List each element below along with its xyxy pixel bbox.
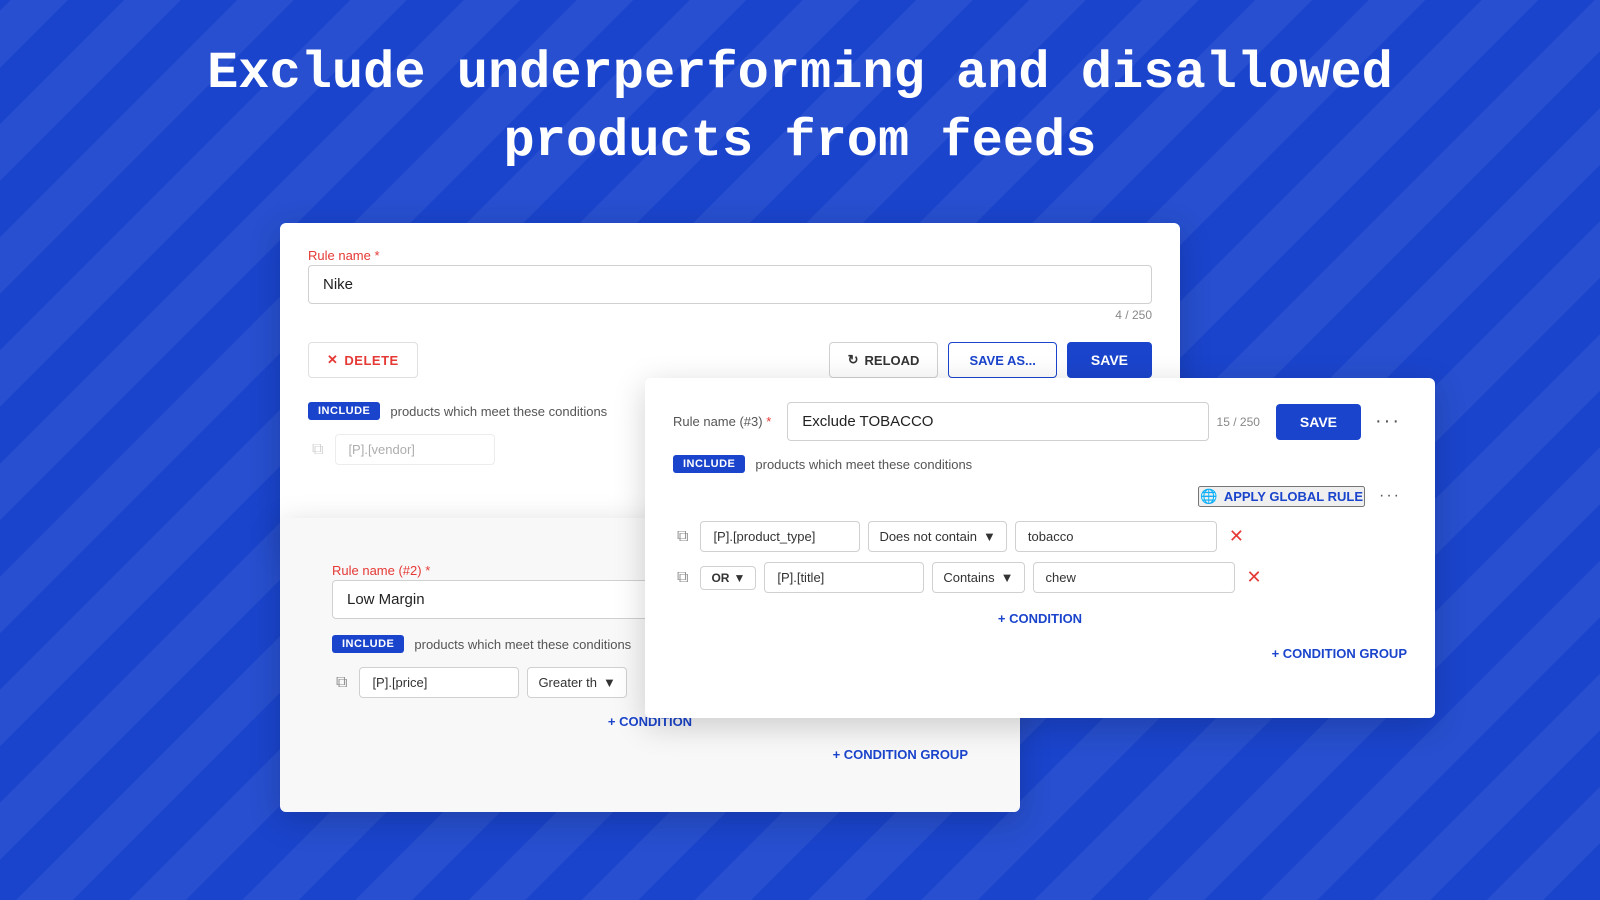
reload-button[interactable]: ↻ RELOAD bbox=[829, 342, 939, 378]
condition-value-3-2[interactable] bbox=[1033, 562, 1235, 593]
condition-operator-2: Greater th ▼ bbox=[527, 667, 626, 698]
char-count-3: 15 / 250 bbox=[1217, 415, 1260, 429]
chevron-icon-2: ▼ bbox=[603, 675, 616, 690]
panels-container: Rule name * 4 / 250 ✕ DELETE ↻ RELOAD bbox=[280, 223, 1320, 823]
condition-operator-3-1: Does not contain ▼ bbox=[868, 521, 1006, 552]
panel3-title-row: Rule name (#3) * 15 / 250 bbox=[673, 402, 1260, 441]
copy-icon-btn-3-2[interactable]: ⧉ bbox=[673, 565, 692, 591]
condition-value-3-1[interactable] bbox=[1015, 521, 1217, 552]
more-options-btn-3[interactable]: ··· bbox=[1369, 406, 1407, 437]
rule-name-input-3[interactable] bbox=[787, 402, 1208, 441]
apply-global-row: 🌐 APPLY GLOBAL RULE ··· bbox=[673, 483, 1407, 509]
page-content: Exclude underperforming and disallowed p… bbox=[0, 0, 1600, 823]
x-icon: ✕ bbox=[327, 352, 338, 368]
include-badge-2: INCLUDE bbox=[332, 635, 404, 653]
copy-icon-btn-1[interactable]: ⧉ bbox=[308, 437, 327, 463]
panel3-actions: SAVE ··· bbox=[1276, 404, 1407, 440]
globe-icon: 🌐 bbox=[1200, 488, 1217, 505]
rule-name-label-1: Rule name * bbox=[308, 247, 1152, 265]
panel-exclude-tobacco: Rule name (#3) * 15 / 250 SAVE ··· bbox=[645, 378, 1435, 718]
panel3-header: Rule name (#3) * 15 / 250 SAVE ··· bbox=[673, 402, 1407, 441]
rule-name-label-3: Rule name (#3) * bbox=[673, 414, 771, 429]
condition-field-1: [P].[vendor] bbox=[335, 434, 495, 465]
rule-name-input-1[interactable] bbox=[308, 265, 1152, 304]
condition-row-3-2: ⧉ OR ▼ [P].[title] Contains ▼ ✕ bbox=[673, 562, 1407, 593]
page-headline: Exclude underperforming and disallowed p… bbox=[207, 40, 1393, 175]
include-badge-3: INCLUDE bbox=[673, 455, 745, 473]
add-condition-group-btn-3[interactable]: + CONDITION GROUP bbox=[673, 640, 1407, 667]
save-button-1[interactable]: SAVE bbox=[1067, 342, 1152, 378]
condition-field-2: [P].[price] bbox=[359, 667, 519, 698]
copy-icon-btn-3-1[interactable]: ⧉ bbox=[673, 524, 692, 550]
condition-field-3-2: [P].[title] bbox=[764, 562, 924, 593]
char-count-1: 4 / 250 bbox=[308, 308, 1152, 322]
include-header-3: INCLUDE products which meet these condit… bbox=[673, 455, 1407, 473]
apply-global-dots-btn[interactable]: ··· bbox=[1373, 483, 1407, 509]
chevron-icon-3-1: ▼ bbox=[983, 529, 996, 544]
add-condition-group-btn-2[interactable]: + CONDITION GROUP bbox=[332, 741, 968, 768]
add-condition-btn-3[interactable]: + CONDITION bbox=[673, 605, 1407, 632]
or-logic-badge[interactable]: OR ▼ bbox=[700, 566, 756, 590]
panel1-btn-group: ↻ RELOAD SAVE AS... SAVE bbox=[829, 342, 1152, 378]
panel1-actions: ✕ DELETE ↻ RELOAD SAVE AS... SAVE bbox=[308, 342, 1152, 378]
delete-button[interactable]: ✕ DELETE bbox=[308, 342, 418, 378]
reload-icon: ↻ bbox=[848, 352, 859, 368]
condition-field-3-1: [P].[product_type] bbox=[700, 521, 860, 552]
condition-row-3-1: ⧉ [P].[product_type] Does not contain ▼ … bbox=[673, 521, 1407, 552]
remove-btn-3-1[interactable]: ✕ bbox=[1225, 524, 1248, 549]
include-badge-1: INCLUDE bbox=[308, 402, 380, 420]
remove-btn-3-2[interactable]: ✕ bbox=[1243, 565, 1266, 590]
save-as-button[interactable]: SAVE AS... bbox=[948, 342, 1056, 378]
apply-global-btn[interactable]: 🌐 APPLY GLOBAL RULE bbox=[1198, 486, 1365, 507]
save-button-3[interactable]: SAVE bbox=[1276, 404, 1361, 440]
chevron-icon-or: ▼ bbox=[733, 571, 745, 585]
condition-operator-3-2: Contains ▼ bbox=[932, 562, 1024, 593]
copy-icon-btn-2[interactable]: ⧉ bbox=[332, 670, 351, 696]
chevron-icon-3-2: ▼ bbox=[1001, 570, 1014, 585]
